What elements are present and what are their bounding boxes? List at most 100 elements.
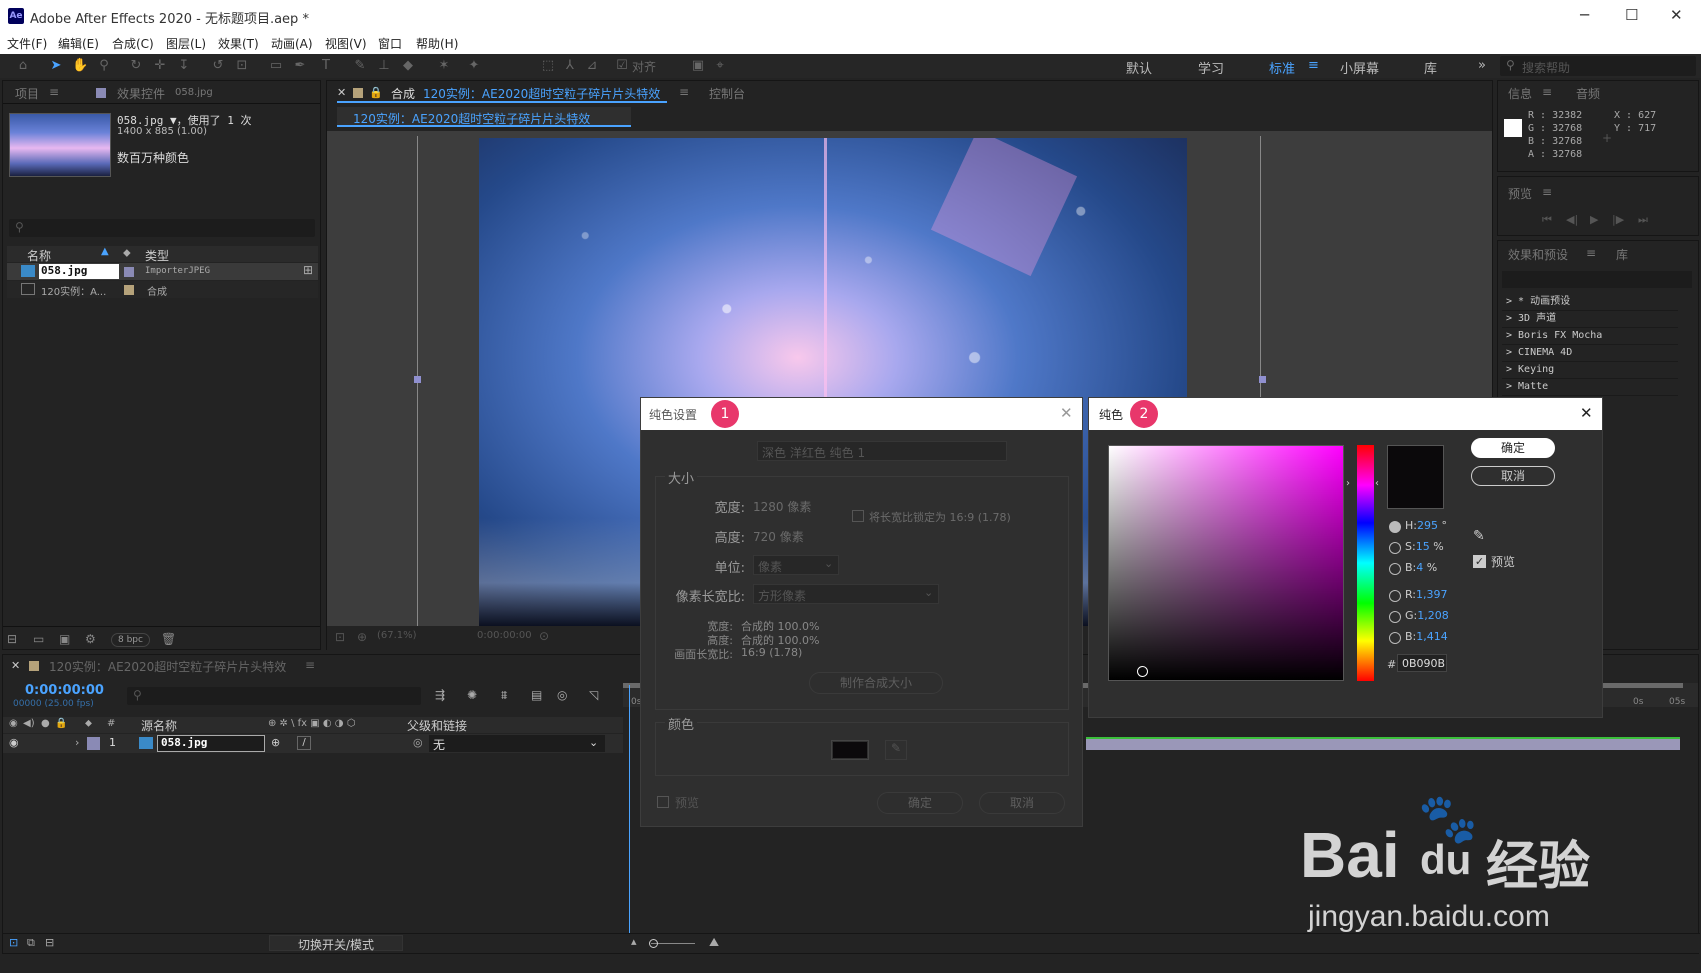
eyedropper-icon[interactable]: ✎: [885, 740, 907, 760]
height-value[interactable]: 720 像素: [753, 528, 804, 545]
tab-info[interactable]: 信息: [1508, 85, 1532, 102]
viewer-time[interactable]: 0:00:00:00: [477, 630, 532, 641]
project-item[interactable]: 120实例：A... 合成: [7, 281, 318, 298]
tab-effects-presets[interactable]: 效果和预设: [1508, 246, 1568, 263]
playhead[interactable]: [629, 685, 630, 935]
draft-3d-icon[interactable]: ✺: [467, 688, 477, 702]
effect-category[interactable]: > * 动画预设: [1502, 294, 1678, 311]
workspace-overflow-icon[interactable]: »: [1478, 58, 1486, 73]
menu-edit[interactable]: 编辑(E): [58, 35, 99, 52]
snapshot-icon[interactable]: ⊙: [539, 629, 549, 643]
blue-value[interactable]: 1,414: [1416, 630, 1448, 643]
project-item[interactable]: 058.jpg ImporterJPEG ⊞: [7, 263, 318, 280]
menu-window[interactable]: 窗口: [378, 35, 402, 52]
column-source-name[interactable]: 源名称: [141, 717, 177, 734]
preview-checkbox[interactable]: ✓: [1473, 555, 1486, 568]
pixel-aspect-select[interactable]: 方形像素 ⌄: [753, 584, 939, 604]
new-folder-icon[interactable]: ▭: [33, 632, 44, 646]
hue-slider[interactable]: [1357, 445, 1374, 681]
lock-icon[interactable]: 🔒: [369, 86, 383, 99]
unit-select[interactable]: 像素 ⌄: [753, 555, 839, 575]
timeline-tab-name[interactable]: 120实例：AE2020超时空粒子碎片片头特效: [49, 658, 286, 675]
menu-animation[interactable]: 动画(A): [271, 35, 313, 52]
roto-tool-icon[interactable]: ✶: [436, 58, 452, 74]
transfer-controls-icon[interactable]: ⊟: [45, 936, 54, 949]
selection-tool-icon[interactable]: ➤: [48, 58, 64, 74]
breadcrumb[interactable]: 120实例：AE2020超时空粒子碎片片头特效: [337, 107, 631, 127]
tab-preview[interactable]: 预览: [1508, 185, 1532, 202]
layer-switches-icon[interactable]: ⧉: [27, 936, 35, 950]
menu-view[interactable]: 视图(V): [325, 35, 367, 52]
preview-toggle-icon[interactable]: ⊡: [335, 630, 345, 644]
hex-input[interactable]: 0B090B: [1397, 654, 1447, 672]
radio-blue[interactable]: [1389, 632, 1401, 644]
tab-library[interactable]: 库: [1616, 246, 1628, 263]
project-item-name[interactable]: 120实例：A...: [41, 283, 106, 298]
menu-file[interactable]: 文件(F): [7, 35, 47, 52]
menu-help[interactable]: 帮助(H): [416, 35, 458, 52]
snap-option-icon[interactable]: ▣: [690, 58, 706, 74]
first-frame-icon[interactable]: ⏮: [1542, 213, 1552, 227]
prev-frame-icon[interactable]: ◀|: [1566, 213, 1578, 226]
visibility-icon[interactable]: ◉: [9, 736, 19, 749]
timeline-search[interactable]: ⚲: [127, 687, 421, 705]
saturation-brightness-field[interactable]: [1108, 445, 1344, 681]
effect-category[interactable]: > CINEMA 4D: [1502, 345, 1678, 362]
label-color-chip[interactable]: [124, 285, 134, 295]
shy-icon[interactable]: ⩩: [501, 688, 507, 703]
puppet-tool-icon[interactable]: ✦: [466, 58, 482, 74]
help-search[interactable]: ⚲ 搜索帮助: [1500, 56, 1696, 76]
workspace-small-screen[interactable]: 小屏幕: [1340, 58, 1379, 77]
expand-chevron-icon[interactable]: ›: [75, 736, 79, 749]
tab-effects-menu-icon[interactable]: ≡: [1586, 246, 1596, 260]
zoom-slider-thumb[interactable]: [649, 939, 658, 948]
workspace-menu-icon[interactable]: ≡: [1308, 58, 1319, 73]
eraser-tool-icon[interactable]: ◆: [400, 58, 416, 74]
pickwhip-icon[interactable]: ◎: [413, 736, 423, 749]
close-button[interactable]: ✕: [1670, 6, 1683, 24]
axis-world-icon[interactable]: ⅄: [562, 58, 578, 74]
home-icon[interactable]: ⌂: [15, 58, 31, 74]
next-frame-icon[interactable]: |▶: [1612, 213, 1624, 226]
hand-tool-icon[interactable]: ✋: [72, 58, 88, 74]
red-value[interactable]: 1,397: [1416, 588, 1448, 601]
frame-blend-icon[interactable]: ▤: [531, 688, 542, 702]
trash-icon[interactable]: 🗑: [161, 632, 176, 646]
lock-aspect-checkbox[interactable]: [852, 510, 864, 522]
snap-edge-icon[interactable]: ⌖: [712, 58, 728, 74]
radio-brightness[interactable]: [1389, 563, 1401, 575]
brush-tool-icon[interactable]: ✎: [352, 58, 368, 74]
interpret-footage-icon[interactable]: ⊟: [7, 632, 17, 646]
brightness-value[interactable]: 4: [1416, 561, 1423, 574]
name-field[interactable]: 深色 洋红色 纯色 1: [757, 441, 1007, 461]
flowchart-icon[interactable]: ⊞: [303, 263, 313, 277]
parent-select[interactable]: 无 ⌄: [429, 735, 605, 752]
label-color-chip[interactable]: [124, 267, 134, 277]
hue-value[interactable]: 295: [1417, 519, 1438, 532]
rotate-tool-icon[interactable]: ↺: [210, 58, 226, 74]
eyedropper-icon[interactable]: ✎: [1473, 528, 1485, 544]
effect-category[interactable]: > Matte: [1502, 379, 1678, 396]
axis-view-icon[interactable]: ⊿: [584, 58, 600, 74]
preview-checkbox[interactable]: [657, 796, 669, 808]
layer-name[interactable]: 058.jpg: [157, 735, 265, 752]
color-swatch[interactable]: [831, 740, 869, 760]
bpc-button[interactable]: 8 bpc: [111, 633, 150, 647]
motion-blur-icon[interactable]: ◎: [557, 688, 567, 702]
color-field-cursor[interactable]: [1137, 666, 1148, 677]
tab-composition-name[interactable]: 120实例：AE2020超时空粒子碎片片头特效: [423, 85, 660, 102]
project-settings-icon[interactable]: ⚙: [85, 632, 96, 646]
comp-flowchart-icon[interactable]: ⇶: [435, 688, 445, 702]
tab-project[interactable]: 项目: [15, 85, 39, 102]
zoom-value[interactable]: (67.1%): [377, 630, 417, 641]
cancel-button[interactable]: 取消: [1471, 466, 1555, 486]
tab-composition[interactable]: 合成: [391, 85, 415, 102]
radio-hue[interactable]: [1389, 521, 1401, 533]
snap-checkbox[interactable]: ☑: [614, 58, 630, 74]
tab-preview-menu-icon[interactable]: ≡: [1542, 185, 1552, 199]
dolly-tool-icon[interactable]: ↧: [176, 58, 192, 74]
axis-local-icon[interactable]: ⬚: [540, 58, 556, 74]
column-parent[interactable]: 父级和链接: [407, 717, 467, 734]
menu-composition[interactable]: 合成(C): [112, 35, 154, 52]
tab-effect-controls[interactable]: 效果控件: [117, 85, 165, 102]
